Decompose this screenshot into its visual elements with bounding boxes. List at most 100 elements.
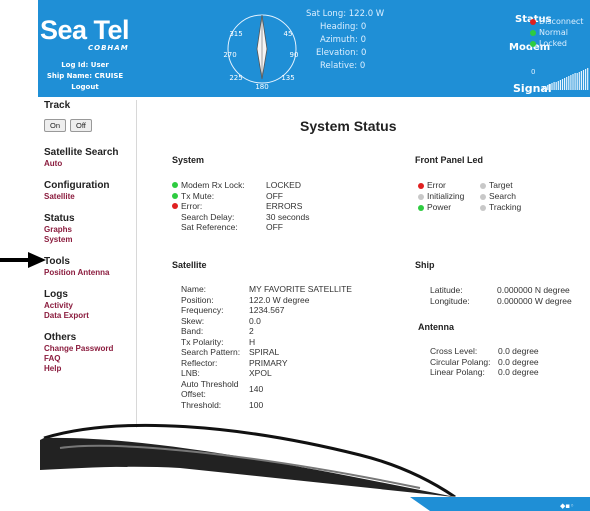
signal-bar	[551, 83, 553, 90]
sidebar-heading-status: Status	[44, 213, 75, 224]
led-dot-icon	[480, 204, 486, 211]
signal-bar	[564, 78, 566, 90]
antenna-row-circular-polang: Circular Polang: 0.0 degree	[430, 356, 539, 367]
system-row-search-delay: Search Delay: 30 seconds	[181, 211, 310, 222]
signal-bar	[570, 75, 572, 90]
status-dot-icon	[172, 203, 178, 210]
led-tracking: Tracking	[480, 202, 521, 213]
antenna-readouts: Sat Long: 122.0 W Heading: 0 Azimuth: 0 …	[306, 8, 416, 73]
sidebar-item-position-antenna[interactable]: Position Antenna	[44, 268, 134, 278]
status-dot-icon	[530, 40, 536, 47]
led-dot-icon	[480, 182, 486, 189]
signal-bars-icon	[543, 68, 589, 90]
ship-info-list: Latitude: 0.000000 N degree Longitude: 0.0…	[430, 285, 572, 306]
led-error: Error	[418, 180, 464, 191]
sat-row-position: Position: 122.0 W degree	[181, 294, 310, 305]
sea-tel-logo: Sea Tel	[40, 15, 130, 45]
compass-label-315: 315	[229, 30, 242, 38]
sidebar-item-satellite[interactable]: Satellite	[44, 192, 134, 202]
sidebar-item-change-password[interactable]: Change Password	[44, 344, 134, 354]
readout-heading: Heading: 0	[320, 22, 367, 32]
signal-bar	[585, 69, 587, 90]
led-dot-icon	[418, 193, 424, 200]
system-row-sat-reference: Sat Reference: OFF	[181, 222, 283, 232]
status-dot-icon	[530, 29, 536, 36]
sidebar-item-data-export[interactable]: Data Export	[44, 311, 134, 321]
logout-link[interactable]: Logout	[40, 82, 130, 93]
led-power: Power	[418, 202, 464, 213]
system-row-modem-rx-lock: Modem Rx Lock: LOCKED	[172, 180, 309, 191]
compass-label-225: 225	[229, 74, 242, 82]
signal-bar	[561, 79, 564, 90]
signal-bar	[587, 68, 589, 90]
system-row-error: Error: ERRORS	[172, 201, 309, 212]
sidebar-heading-configuration: Configuration	[44, 180, 110, 191]
signal-bar	[578, 72, 580, 90]
front-panel-led-title: Front Panel Led	[415, 155, 484, 165]
signal-bar	[543, 87, 545, 90]
signal-bar	[576, 73, 578, 90]
readout-relative: Relative: 0	[320, 61, 366, 71]
led-dot-icon	[418, 204, 424, 211]
track-off-button[interactable]: Off	[70, 119, 92, 132]
log-id: Log Id: User	[61, 61, 109, 69]
antenna-section-title: Antenna	[418, 322, 454, 332]
sat-row-threshold: Threshold: 100	[181, 399, 264, 410]
sidebar-item-activity[interactable]: Activity	[44, 301, 134, 311]
sat-row-name: Name: MY FAVORITE SATELLITE	[181, 284, 352, 294]
system-section-title: System	[172, 155, 205, 165]
signal-bar	[574, 73, 576, 90]
ship-row-longitude: Longitude: 0.000000 W degree	[430, 295, 572, 306]
sidebar-item-auto[interactable]: Auto	[44, 159, 134, 169]
sat-row-auto-threshold-offset: Auto Threshold Offset: 140	[181, 378, 264, 400]
readout-azimuth: Azimuth: 0	[320, 35, 366, 45]
status-disconnect: Disconnect	[530, 16, 583, 27]
compass-label-90: 90	[290, 51, 299, 59]
heading-needle	[256, 14, 268, 80]
sidebar-heading-tools: Tools	[44, 256, 70, 267]
compass-label-45: 45	[284, 30, 293, 38]
sidebar-heading-logs: Logs	[44, 289, 68, 300]
sidebar-item-help[interactable]: Help	[44, 364, 134, 374]
ship-name: Ship Name: CRUISE	[46, 72, 124, 80]
signal-bar	[566, 77, 568, 90]
sat-row-band: Band: 2	[181, 326, 254, 336]
sidebar-item-system[interactable]: System	[44, 235, 134, 245]
cobham-logo: COBHAM	[88, 44, 129, 52]
front-panel-led-right: Target Search Tracking	[480, 180, 521, 213]
sidebar-divider	[136, 100, 137, 460]
signal-bar	[568, 76, 570, 90]
signal-bar	[580, 71, 582, 90]
signal-bar	[547, 85, 549, 90]
signal-bar	[549, 84, 551, 90]
sat-row-search-pattern: Search Pattern: SPIRAL	[181, 347, 280, 357]
signal-value: 0	[531, 68, 536, 76]
sidebar-heading-track: Track	[44, 100, 71, 111]
sat-row-lnb: LNB: XPOL	[181, 368, 272, 378]
status-dot-icon	[530, 18, 536, 25]
compass-dial: 315 45 270 90 225 135 180	[223, 14, 299, 91]
satellite-info-list: Name: MY FAVORITE SATELLITE Position: 122.…	[181, 284, 352, 410]
sidebar-item-faq[interactable]: FAQ	[44, 354, 134, 364]
signal-bar	[582, 70, 585, 90]
readout-sat-long: Sat Long: 122.0 W	[306, 9, 385, 19]
compass-label-135: 135	[281, 74, 294, 82]
footer-icons: ◆▪◦	[560, 502, 574, 510]
status-dot-icon	[172, 182, 178, 189]
status-dot-icon	[172, 192, 178, 199]
sidebar-nav: Track On Off Satellite Search Auto Config…	[44, 100, 134, 374]
status-indicators: Disconnect Normal Locked	[530, 16, 583, 49]
system-row-tx-mute: Tx Mute: OFF	[172, 191, 309, 202]
sat-row-frequency: Frequency: 1234.567	[181, 305, 285, 315]
sidebar-heading-others: Others	[44, 332, 77, 343]
sidebar-item-graphs[interactable]: Graphs	[44, 225, 134, 235]
satellite-section-title: Satellite	[172, 260, 207, 270]
pointer-arrow-icon	[0, 252, 46, 268]
led-search: Search	[480, 191, 521, 202]
ship-row-latitude: Latitude: 0.000000 N degree	[430, 285, 570, 295]
led-dot-icon	[480, 193, 486, 200]
compass-label-180: 180	[255, 83, 268, 91]
antenna-row-cross-level: Cross Level: 0.0 degree	[430, 346, 539, 356]
antenna-info-list: Cross Level: 0.0 degree Circular Polang: 0…	[430, 346, 539, 378]
track-on-button[interactable]: On	[44, 119, 67, 132]
